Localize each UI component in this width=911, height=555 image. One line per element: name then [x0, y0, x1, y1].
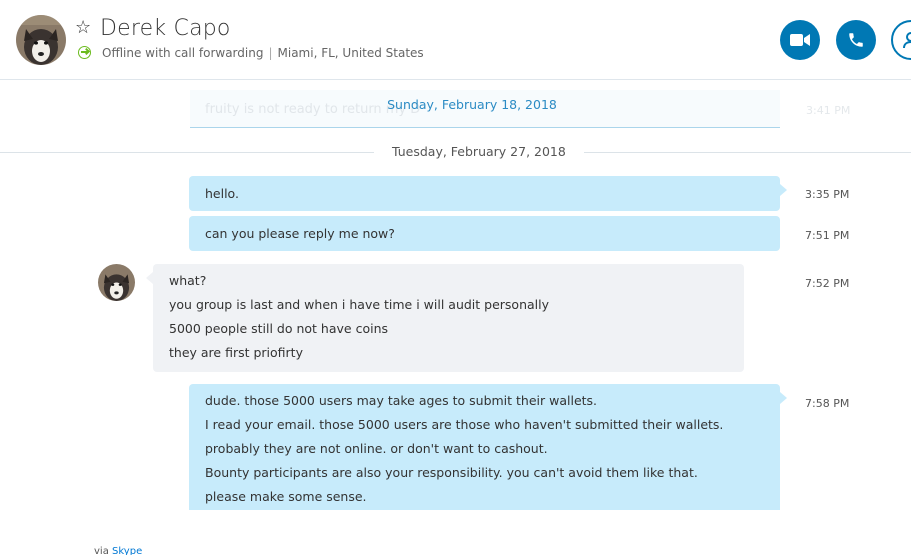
previous-message-time: 3:41 PM — [806, 104, 851, 117]
date-divider-label: Tuesday, February 27, 2018 — [374, 144, 584, 159]
outgoing-message-bubble[interactable]: can you please reply me now? — [189, 216, 780, 251]
person-add-icon — [903, 32, 911, 49]
contact-avatar[interactable] — [16, 15, 66, 65]
contact-name: Derek Capo — [100, 16, 231, 41]
message-text: dude. those 5000 users may take ages to … — [205, 393, 598, 408]
phone-icon — [849, 33, 863, 47]
message-text: you group is last and when i have time i… — [169, 297, 549, 312]
skype-link[interactable]: Skype — [112, 546, 142, 555]
message-text: can you please reply me now? — [205, 226, 395, 241]
via-prefix: via — [94, 546, 109, 555]
message-timestamp: 3:35 PM — [805, 188, 850, 201]
location-text: Miami, FL, United States — [277, 46, 424, 60]
add-people-button[interactable] — [891, 20, 911, 60]
favorite-star-icon[interactable]: ☆ — [75, 18, 91, 38]
sender-avatar[interactable] — [98, 264, 135, 301]
message-text: 5000 people still do not have coins — [169, 321, 389, 336]
bubble-tail — [146, 272, 153, 284]
outgoing-message-bubble[interactable]: dude. those 5000 users may take ages to … — [189, 384, 787, 510]
incoming-message-bubble[interactable]: what? you group is last and when i have … — [146, 264, 744, 372]
message-text: probably they are not online. or don't w… — [205, 441, 548, 456]
message-timestamp: 7:52 PM — [805, 277, 850, 290]
sticky-date-header: Sunday, February 18, 2018 — [387, 97, 557, 112]
via-skype-note: via Skype — [94, 546, 142, 555]
message-text: what? — [169, 273, 207, 288]
message-text: they are first priofirty — [169, 345, 303, 360]
bubble-tail — [780, 392, 787, 404]
status-text: Offline with call forwarding — [102, 46, 264, 60]
message-text: Bounty participants are also your respon… — [205, 465, 698, 480]
message-timestamp: 7:51 PM — [805, 229, 850, 242]
status-separator: | — [268, 46, 273, 60]
message-text: I read your email. those 5000 users are … — [205, 417, 724, 432]
message-text: hello. — [205, 186, 239, 201]
message-text: please make some sense. — [205, 489, 367, 504]
call-forwarding-icon — [78, 46, 91, 59]
contact-status-line: Offline with call forwarding | Miami, FL, … — [102, 45, 424, 61]
outgoing-message-bubble[interactable]: hello. — [189, 176, 787, 211]
conversation-header: ☆ Derek Capo Offline with call forwardin… — [0, 0, 911, 80]
message-timestamp: 7:58 PM — [805, 397, 850, 410]
audio-call-button[interactable] — [836, 20, 876, 60]
bubble-tail — [780, 184, 787, 196]
video-camera-icon — [790, 34, 810, 46]
video-call-button[interactable] — [780, 20, 820, 60]
